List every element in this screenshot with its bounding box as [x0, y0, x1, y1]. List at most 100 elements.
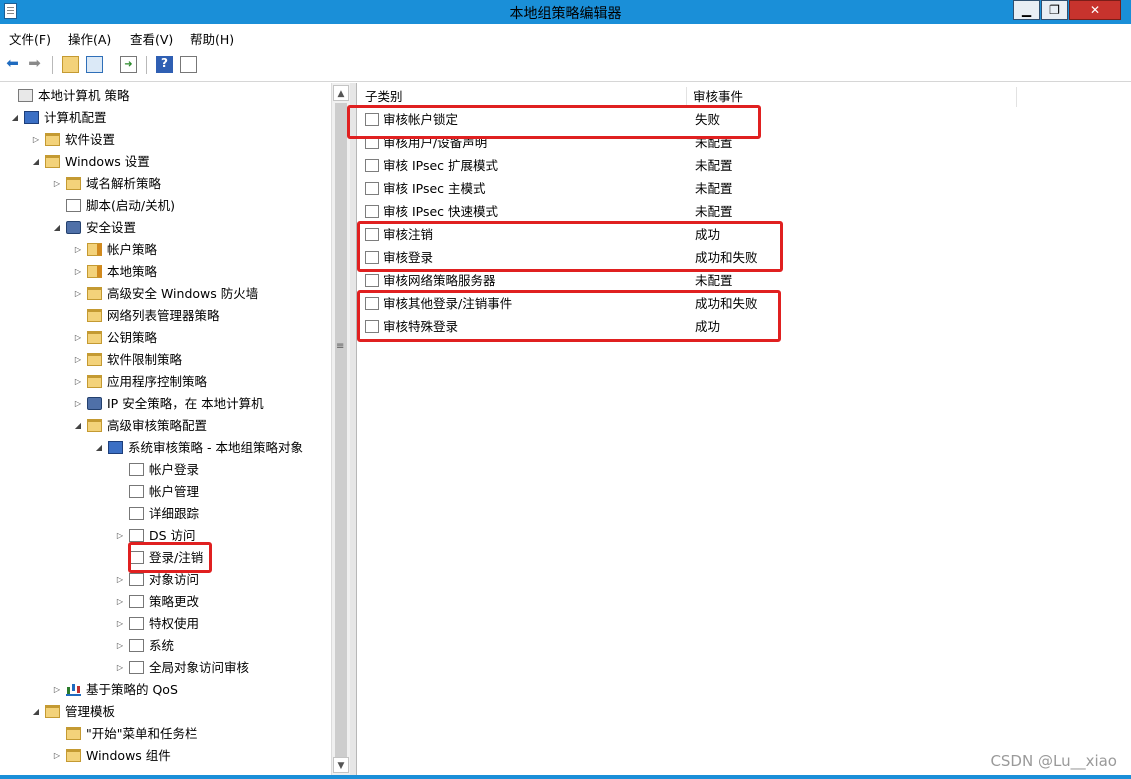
audit-event-value: 未配置 — [695, 158, 733, 173]
expand-arrow-icon[interactable]: ▷ — [52, 173, 62, 195]
up-folder-icon[interactable] — [62, 56, 79, 73]
highlight-box-other-logon-special — [357, 290, 781, 342]
audit-icon — [129, 639, 144, 652]
tree-item-label: Windows 组件 — [86, 748, 171, 763]
expand-arrow-icon[interactable]: ▷ — [73, 349, 83, 371]
tree-item-label: 高级审核策略配置 — [107, 418, 208, 433]
column-header-subcategory[interactable]: 子类别 — [359, 87, 687, 107]
expand-arrow-icon[interactable]: ▷ — [115, 613, 125, 635]
tree-item-label: 安全设置 — [86, 220, 137, 235]
menu-view[interactable]: 查看(V) — [130, 29, 173, 48]
tree-item-label: 网络列表管理器策略 — [107, 308, 220, 323]
scroll-up-arrow-icon[interactable]: ▲ — [333, 85, 349, 101]
subcategory-name: 审核 IPsec 快速模式 — [383, 204, 499, 219]
tree-item-label: 基于策略的 QoS — [86, 682, 178, 697]
collapse-arrow-icon[interactable]: ◢ — [52, 217, 62, 239]
tree-item-label: 全局对象访问审核 — [149, 660, 250, 675]
expand-arrow-icon[interactable]: ▷ — [115, 635, 125, 657]
expand-arrow-icon[interactable]: ▷ — [73, 327, 83, 349]
audit-setting-icon — [365, 274, 379, 287]
folder-icon — [66, 749, 81, 762]
scroll-down-arrow-icon[interactable]: ▼ — [333, 757, 349, 773]
highlight-box-logon-logoff — [128, 542, 212, 573]
lock-folder-icon — [87, 265, 102, 278]
help-icon[interactable]: ? — [156, 56, 173, 73]
tree-item-label: 域名解析策略 — [86, 176, 162, 191]
tree-item-label: 脚本(启动/关机) — [86, 198, 175, 213]
expand-arrow-icon[interactable]: ▷ — [115, 525, 125, 547]
tree-pane: 本地计算机 策略 ◢ 计算机配置 ▷ 软件设置 ◢ Windows 设置 ▷ 域名解析策略 脚本(… — [0, 83, 330, 775]
script-icon — [66, 199, 81, 212]
expand-arrow-icon[interactable]: ▷ — [115, 569, 125, 591]
list-row[interactable]: 审核 IPsec 快速模式 未配置 — [357, 200, 1017, 223]
audit-event-value: 未配置 — [695, 204, 733, 219]
highlight-box-account-lockout — [347, 105, 761, 139]
audit-icon — [129, 463, 144, 476]
folder-icon — [87, 419, 102, 432]
expand-arrow-icon[interactable]: ▷ — [115, 591, 125, 613]
expand-arrow-icon[interactable]: ▷ — [115, 657, 125, 679]
scrollbar-thumb[interactable] — [335, 103, 347, 758]
menu-help[interactable]: 帮助(H) — [190, 29, 234, 48]
minimize-button[interactable]: ▁ — [1013, 0, 1040, 20]
menu-action[interactable]: 操作(A) — [68, 29, 111, 48]
tree-item-label: 详细跟踪 — [149, 506, 200, 521]
list-row[interactable]: 审核 IPsec 扩展模式 未配置 — [357, 154, 1017, 177]
restore-button[interactable]: ❐ — [1041, 0, 1068, 20]
expand-arrow-icon[interactable]: ▷ — [73, 371, 83, 393]
expand-arrow-icon[interactable]: ▷ — [73, 239, 83, 261]
tree-scrollbar[interactable]: ▲ ≡ ▼ — [331, 83, 350, 775]
tree-item-label: 系统 — [149, 638, 175, 653]
grip-icon: ≡ — [336, 341, 345, 352]
audit-event-value: 未配置 — [695, 181, 733, 196]
expand-arrow-icon[interactable]: ▷ — [52, 745, 62, 767]
list-row[interactable]: 审核网络策略服务器 未配置 — [357, 269, 1017, 292]
collapse-arrow-icon[interactable]: ◢ — [10, 107, 20, 129]
tree-item-label: 系统审核策略 - 本地组策略对象 — [128, 440, 303, 455]
folder-icon — [45, 133, 60, 146]
folder-icon — [45, 155, 60, 168]
security-icon — [66, 221, 81, 234]
audit-icon — [129, 595, 144, 608]
toolbar: ⬅ ➡ ➜ ? — [0, 48, 1131, 82]
audit-icon — [129, 529, 144, 542]
collapse-arrow-icon[interactable]: ◢ — [73, 415, 83, 437]
list-row[interactable]: 审核 IPsec 主模式 未配置 — [357, 177, 1017, 200]
policy-icon — [18, 89, 33, 102]
folder-icon — [87, 375, 102, 388]
collapse-arrow-icon[interactable]: ◢ — [31, 151, 41, 173]
forward-arrow-icon[interactable]: ➡ — [26, 56, 43, 73]
properties-view-icon[interactable] — [180, 56, 197, 73]
folder-icon — [66, 177, 81, 190]
subcategory-name: 审核 IPsec 扩展模式 — [383, 158, 499, 173]
expand-arrow-icon[interactable]: ▷ — [73, 283, 83, 305]
expand-arrow-icon[interactable]: ▷ — [31, 129, 41, 151]
show-hide-tree-icon[interactable] — [86, 56, 103, 73]
tree-item-label: 特权使用 — [149, 616, 200, 631]
tree-item-label: 高级安全 Windows 防火墙 — [107, 286, 259, 301]
folder-icon — [87, 331, 102, 344]
tree-item-label: 帐户策略 — [107, 242, 158, 257]
tree-item-label: 本地计算机 策略 — [38, 88, 130, 103]
qos-chart-icon — [66, 683, 81, 696]
tree-item-label: 应用程序控制策略 — [107, 374, 208, 389]
expand-arrow-icon[interactable]: ▷ — [73, 261, 83, 283]
menu-file[interactable]: 文件(F) — [9, 29, 51, 48]
export-list-icon[interactable]: ➜ — [120, 56, 137, 73]
tree-item-label: 计算机配置 — [44, 110, 107, 125]
collapse-arrow-icon[interactable]: ◢ — [94, 437, 104, 459]
tree-item-label: 帐户管理 — [149, 484, 200, 499]
back-arrow-icon[interactable]: ⬅ — [4, 56, 21, 73]
window-title: 本地组策略编辑器 — [509, 6, 622, 22]
folder-icon — [45, 705, 60, 718]
menu-bar: 文件(F) 操作(A) 查看(V) 帮助(H) — [0, 24, 1131, 48]
highlight-box-logoff-logon — [357, 221, 783, 272]
expand-arrow-icon[interactable]: ▷ — [52, 679, 62, 701]
expand-arrow-icon[interactable]: ▷ — [73, 393, 83, 415]
close-button[interactable]: ✕ — [1069, 0, 1121, 20]
audit-event-value: 未配置 — [695, 273, 733, 288]
collapse-arrow-icon[interactable]: ◢ — [31, 701, 41, 723]
watermark: CSDN @Lu__xiao — [990, 752, 1117, 770]
column-header-audit-events[interactable]: 审核事件 — [687, 87, 1017, 107]
subcategory-name: 审核网络策略服务器 — [383, 273, 496, 288]
